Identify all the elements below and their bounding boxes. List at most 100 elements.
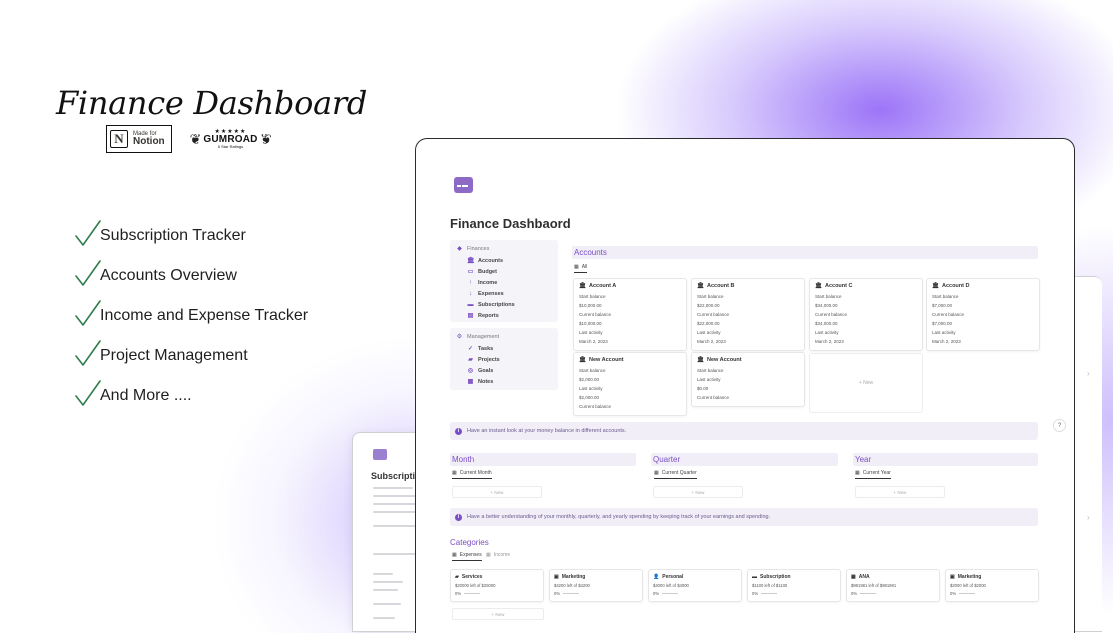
progress-bar (563, 593, 580, 594)
arrow-down-icon: ↓ (469, 290, 472, 297)
sidebar-item-subscriptions[interactable]: ▬ Subscriptions (456, 299, 552, 310)
feature-label: And More .... (100, 387, 192, 404)
checkmark-icon (75, 260, 101, 286)
new-year-button[interactable]: + New (855, 486, 945, 498)
quarter-heading: Quarter (651, 453, 838, 466)
tab-current-month[interactable]: ▦ Current Month (452, 470, 492, 479)
laurel-left-icon: ❦ (189, 130, 202, 147)
sidebar-management: ⚙ Management ✓ Tasks ▰ Projects ◎ Goals ▦ No… (450, 328, 558, 390)
bank-icon: 🏛 (467, 258, 475, 264)
account-card[interactable]: 🏛 Account D Start balance $7,000.00 Curre… (926, 278, 1040, 351)
category-card[interactable]: ▦ ANA $981981 left of $981981 0% (846, 569, 940, 602)
bank-icon: 🏛 (815, 283, 822, 289)
progress-bar (761, 593, 778, 594)
new-month-button[interactable]: + New (452, 486, 542, 498)
bank-icon: 🏛 (697, 357, 704, 363)
page-icon (373, 449, 387, 460)
right-window-preview: › › (1072, 276, 1102, 632)
hero-title: Finance Dashboard (56, 84, 368, 122)
gear-icon: ⚙ (456, 334, 463, 340)
feature-item: Income and Expense Tracker (74, 288, 308, 328)
placeholder-line (373, 573, 393, 575)
info-icon: i (455, 513, 462, 521)
made-for-notion-badge: N Made for Notion (106, 125, 172, 153)
bank-icon: 🏛 (697, 283, 704, 289)
note-icon: ▦ (467, 379, 474, 385)
placeholder-line (373, 487, 413, 489)
arrow-up-icon: ↑ (469, 279, 472, 286)
periods-callout: i Have a better understanding of your mo… (450, 508, 1038, 526)
tab-expenses[interactable]: ▦ Expenses (452, 552, 482, 561)
new-category-button[interactable]: + New (452, 608, 544, 620)
sidebar-item-budget[interactable]: ▭ Budget (456, 266, 552, 277)
sidebar-item-tasks[interactable]: ✓ Tasks (456, 343, 552, 354)
sidebar-item-expenses[interactable]: ↓ Expenses (456, 288, 552, 299)
diamond-icon: ◆ (457, 246, 462, 252)
category-card[interactable]: ▣ Marketing $4200 left of $4200 0% (549, 569, 643, 602)
category-card[interactable]: ▬ Subscription $1100 left of $1100 0% (747, 569, 841, 602)
year-heading: Year (853, 453, 1038, 466)
chevron-right-icon: › (1087, 369, 1090, 378)
card-icon: ▬ (752, 574, 757, 580)
wallet-icon: ▭ (467, 269, 474, 275)
progress-bar (662, 593, 679, 594)
report-icon: ▤ (467, 313, 474, 319)
progress-bar (860, 593, 877, 594)
app-window: Finance Dashbaord ◆ Finances 🏛 Accounts ▭… (415, 138, 1075, 633)
tab-all[interactable]: ▦ All (574, 264, 588, 273)
progress-bar (464, 593, 481, 594)
placeholder-line (373, 581, 403, 583)
checkmark-icon (75, 380, 101, 406)
notion-logo-icon: N (110, 130, 128, 148)
badges: N Made for Notion ❦ ★★★★★ GUMROAD 5 Star… (106, 125, 271, 153)
sidebar-item-notes[interactable]: ▦ Notes (456, 376, 552, 387)
checkmark-icon (75, 220, 101, 246)
table-icon: ▦ (486, 552, 491, 558)
category-card[interactable]: ▣ Marketing $2000 left of $2000 0% (945, 569, 1039, 602)
account-card[interactable]: 🏛 Account A Start balance $10,000.00 Curr… (573, 278, 687, 351)
account-card[interactable]: 🏛 Account B Start balance $22,000.00 Curr… (691, 278, 805, 351)
accounts-heading: Accounts (572, 246, 1038, 259)
categories-heading: Categories (450, 538, 489, 547)
category-card[interactable]: ▰ Services $20000 left of $25000 0% (450, 569, 544, 602)
feature-item: Project Management (74, 328, 308, 368)
megaphone-icon: ▣ (554, 574, 559, 580)
check-icon: ✓ (467, 346, 474, 352)
new-quarter-button[interactable]: + New (653, 486, 743, 498)
account-card[interactable]: 🏛 Account C Start balance $34,000.00 Curr… (809, 278, 923, 351)
megaphone-icon: ▣ (950, 574, 955, 580)
category-card[interactable]: 👤 Personal $4000 left of $4000 0% (648, 569, 742, 602)
account-card[interactable]: 🏛 New Account Start balance Last activity… (691, 352, 805, 407)
sidebar-item-goals[interactable]: ◎ Goals (456, 365, 552, 376)
month-heading: Month (450, 453, 636, 466)
placeholder-line (373, 603, 401, 605)
sidebar-item-income[interactable]: ↑ Income (456, 277, 552, 288)
table-icon: ▦ (574, 264, 579, 270)
feature-label: Income and Expense Tracker (100, 307, 309, 324)
feature-list: Subscription Tracker Accounts Overview I… (74, 208, 308, 408)
tab-current-quarter[interactable]: ▦ Current Quarter (654, 470, 697, 479)
feature-label: Accounts Overview (100, 267, 237, 284)
feature-item: Subscription Tracker (74, 208, 308, 248)
briefcase-icon: ▰ (455, 574, 459, 580)
feature-label: Project Management (100, 347, 248, 364)
help-button[interactable]: ? (1053, 419, 1066, 432)
table-icon: ▦ (452, 470, 457, 476)
account-card[interactable]: 🏛 New Account Start balance $2,000.00 Las… (573, 352, 687, 416)
bank-icon: 🏛 (932, 283, 939, 289)
tab-income[interactable]: ▦ Income (486, 552, 510, 560)
folder-icon: ▰ (468, 357, 473, 363)
sidebar-item-projects[interactable]: ▰ Projects (456, 354, 552, 365)
credit-card-page-icon[interactable] (454, 177, 473, 193)
bank-icon: 🏛 (579, 283, 586, 289)
placeholder-line (373, 617, 395, 619)
new-account-button[interactable]: + New (809, 353, 923, 413)
sidebar-item-reports[interactable]: ▤ Reports (456, 310, 552, 321)
feature-label: Subscription Tracker (100, 227, 246, 244)
feature-item: And More .... (74, 368, 308, 408)
bank-icon: 🏛 (579, 357, 586, 363)
tab-current-year[interactable]: ▦ Current Year (855, 470, 891, 479)
checkmark-icon (75, 340, 101, 366)
placeholder-line (373, 589, 398, 591)
sidebar-item-accounts[interactable]: 🏛 Accounts (456, 255, 552, 266)
